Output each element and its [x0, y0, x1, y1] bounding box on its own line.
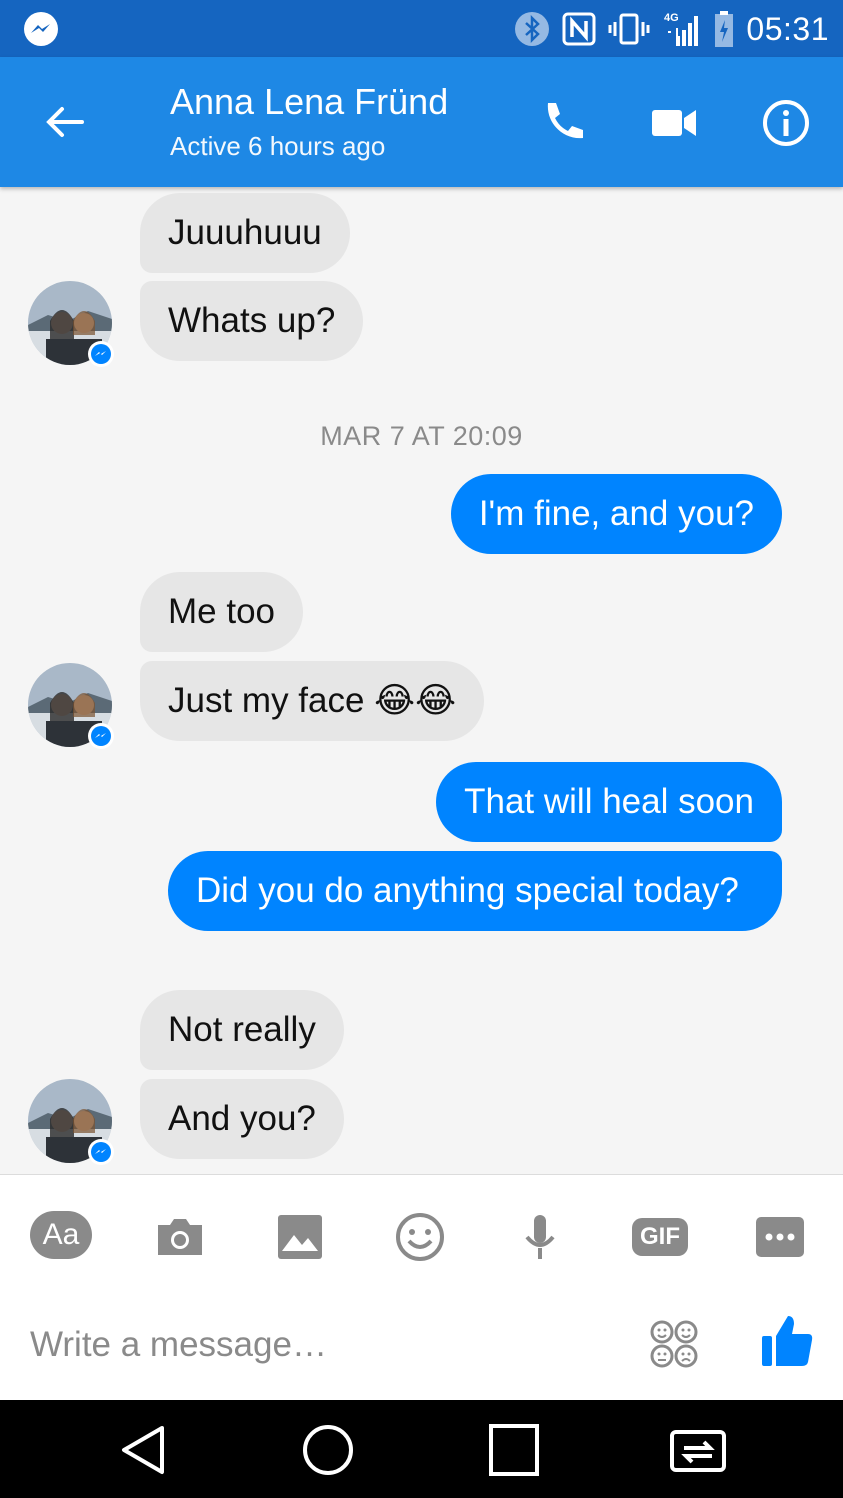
nav-back-icon[interactable] — [114, 1422, 174, 1478]
incoming-message[interactable]: And you? — [140, 1079, 344, 1159]
message-input[interactable] — [28, 1317, 622, 1373]
timestamp-divider: MAR 7 AT 20:09 — [320, 421, 523, 451]
microphone-icon[interactable] — [510, 1207, 570, 1267]
nav-home-icon[interactable] — [298, 1422, 358, 1478]
info-icon[interactable] — [758, 95, 814, 151]
messenger-badge-icon — [88, 1139, 114, 1165]
outgoing-message[interactable]: I'm fine, and you? — [450, 474, 782, 554]
camera-icon[interactable] — [150, 1207, 210, 1267]
more-options-icon[interactable] — [750, 1207, 810, 1267]
text-format-button[interactable]: Aa — [30, 1211, 92, 1259]
incoming-message[interactable]: Me too — [140, 572, 303, 652]
status-time: 05:31 — [746, 10, 829, 47]
message-composer: Aa GIF — [0, 1174, 843, 1401]
incoming-message[interactable]: Whats up? — [140, 281, 364, 361]
thumbs-up-icon[interactable] — [758, 1312, 814, 1370]
gif-button[interactable]: GIF — [630, 1207, 690, 1267]
vibrate-icon — [608, 13, 650, 45]
emoji-icon[interactable] — [390, 1207, 450, 1267]
nav-recents-icon[interactable] — [484, 1422, 544, 1478]
gif-label: GIF — [632, 1218, 688, 1256]
signal-4g-icon: 4G — [664, 12, 699, 46]
contact-avatar[interactable] — [28, 1079, 114, 1165]
nfc-icon — [562, 12, 596, 46]
messenger-badge-icon — [88, 341, 114, 367]
bluetooth-icon — [515, 12, 550, 46]
battery-charging-icon — [715, 11, 734, 47]
contact-name[interactable]: Anna Lena Fründ — [170, 81, 448, 123]
screen-mirroring-icon[interactable] — [668, 1422, 728, 1478]
video-call-icon[interactable] — [646, 95, 702, 151]
sticker-icon[interactable] — [648, 1318, 700, 1370]
incoming-message[interactable]: Not really — [140, 990, 344, 1070]
gallery-icon[interactable] — [270, 1207, 330, 1267]
outgoing-message[interactable]: That will heal soon — [436, 762, 782, 842]
system-nav-bar — [0, 1400, 843, 1498]
messenger-notification-icon — [24, 12, 58, 46]
contact-avatar[interactable] — [28, 281, 114, 367]
messenger-badge-icon — [88, 723, 114, 749]
incoming-message[interactable]: Juuuhuuu — [140, 193, 350, 273]
voice-call-icon[interactable] — [534, 95, 590, 151]
status-bar: 4G 05:31 — [0, 0, 843, 57]
outgoing-message[interactable]: Did you do anything special today? — [168, 851, 782, 931]
svg-text:4G: 4G — [664, 12, 679, 24]
incoming-message[interactable]: Just my face 😂😂 — [140, 661, 484, 741]
conversation-header: Anna Lena Fründ Active 6 hours ago — [0, 57, 843, 187]
message-thread[interactable]: Juuuhuuu Whats up? MAR 7 AT 20:09 I'm fi… — [0, 187, 843, 1173]
contact-avatar[interactable] — [28, 663, 114, 749]
back-arrow-icon[interactable] — [40, 97, 90, 147]
contact-active-status: Active 6 hours ago — [170, 131, 386, 161]
